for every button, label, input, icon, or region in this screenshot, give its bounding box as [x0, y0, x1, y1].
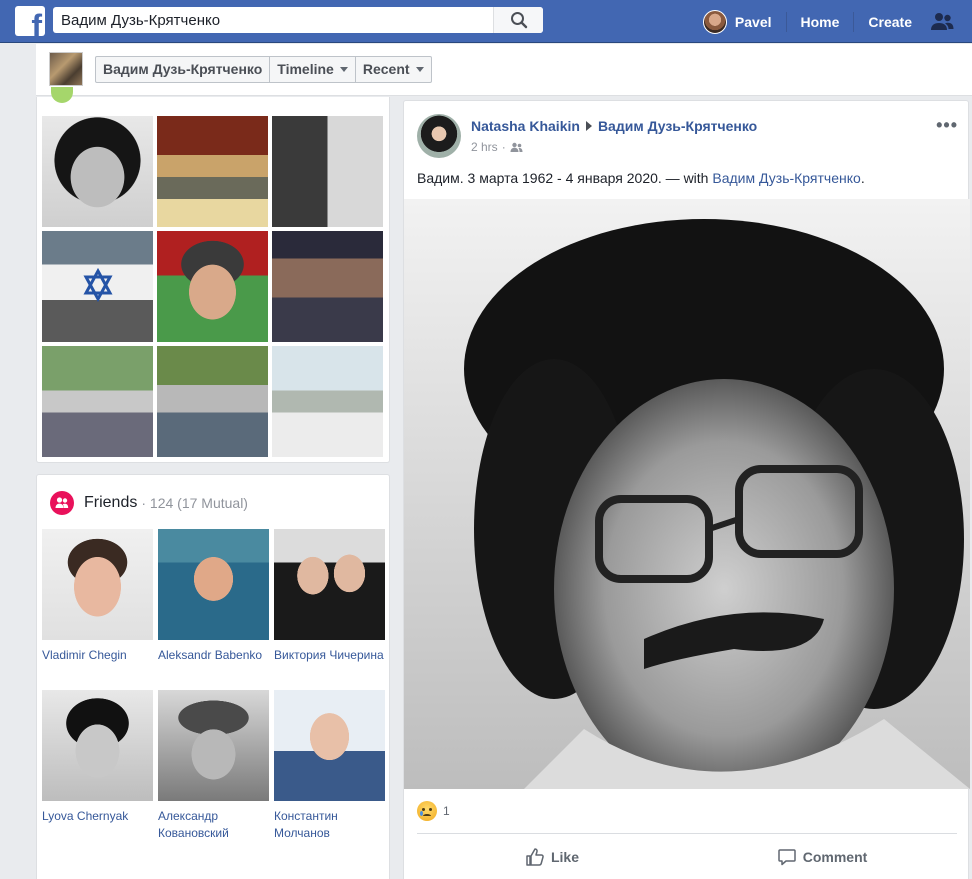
- friend-name[interactable]: Виктория Чичерина: [274, 647, 385, 664]
- post-actions: Like Comment: [417, 841, 957, 873]
- friend-photo[interactable]: [158, 529, 269, 640]
- photo-thumbnail[interactable]: [157, 116, 268, 227]
- meta-separator: ·: [501, 140, 506, 154]
- audience-friends-icon[interactable]: [510, 142, 523, 153]
- avatar: [702, 9, 727, 34]
- friend-grid: Vladimir Chegin Aleksandr Babenko Виктор…: [42, 529, 385, 851]
- friend-name[interactable]: Vladimir Chegin: [42, 647, 153, 664]
- post-target-link[interactable]: Вадим Дузь-Крятченко: [598, 118, 757, 134]
- photo-thumbnail[interactable]: [42, 346, 153, 457]
- friends-header[interactable]: Friends · 124 (17 Mutual): [50, 491, 248, 515]
- photo-thumbnail[interactable]: [157, 346, 268, 457]
- search-button[interactable]: [493, 7, 543, 33]
- friend-requests-button[interactable]: [930, 0, 958, 43]
- top-nav-links: Pavel Home Create: [695, 0, 972, 43]
- tagged-person-link[interactable]: Вадим Дузь-Крятченко: [712, 170, 860, 186]
- facebook-logo-icon[interactable]: f: [15, 6, 45, 36]
- friends-title: Friends: [84, 494, 138, 511]
- comment-icon: [777, 849, 796, 866]
- arrow-right-icon: [585, 121, 592, 131]
- search-input[interactable]: [61, 11, 481, 29]
- friends-count: · 124 (17 Mutual): [141, 495, 248, 511]
- post-text-end: .: [860, 170, 865, 186]
- friend-photo[interactable]: [274, 690, 385, 801]
- chevron-down-icon: [339, 67, 348, 72]
- post-timestamp[interactable]: 2 hrs: [471, 140, 498, 154]
- post-text: Вадим. 3 марта 1962 - 4 января 2020. — w…: [417, 170, 713, 186]
- like-icon: [526, 848, 544, 866]
- profile-thumbnail[interactable]: [49, 52, 83, 86]
- like-button[interactable]: Like: [417, 841, 687, 873]
- post-author-link[interactable]: Natasha Khaikin: [471, 118, 580, 134]
- user-profile-link[interactable]: Pavel: [695, 0, 786, 43]
- post-message: Вадим. 3 марта 1962 - 4 января 2020. — w…: [417, 170, 865, 186]
- create-link[interactable]: Create: [853, 11, 926, 32]
- breadcrumb: Вадим Дузь-Крятченко Timeline Recent: [95, 56, 432, 83]
- reaction-count: 1: [443, 804, 450, 818]
- top-navigation-bar: f Pavel Home Create: [0, 0, 972, 43]
- post-meta: 2 hrs ·: [471, 140, 523, 154]
- friend-requests-icon: [931, 12, 954, 30]
- avatar[interactable]: [417, 114, 461, 158]
- breadcrumb-profile-name[interactable]: Вадим Дузь-Крятченко: [96, 57, 271, 82]
- recent-dropdown[interactable]: Recent: [356, 57, 431, 82]
- chevron-down-icon: [415, 67, 424, 72]
- friend-photo[interactable]: [42, 529, 153, 640]
- recent-label: Recent: [362, 61, 410, 77]
- photo-thumbnail[interactable]: [272, 231, 383, 342]
- post-photo[interactable]: [404, 199, 970, 789]
- star-of-david-icon: [83, 267, 113, 303]
- friend-item[interactable]: Александр Ковановский: [158, 690, 269, 851]
- friend-name[interactable]: Aleksandr Babenko: [158, 647, 269, 664]
- friend-item[interactable]: Aleksandr Babenko: [158, 529, 269, 690]
- photo-thumbnail[interactable]: [42, 116, 153, 227]
- friend-item[interactable]: Lyova Chernyak: [42, 690, 153, 851]
- photos-card: [36, 87, 390, 463]
- profile-sub-header: Вадим Дузь-Крятченко Timeline Recent: [36, 44, 972, 96]
- divider: [417, 833, 957, 834]
- photo-thumbnail[interactable]: [157, 231, 268, 342]
- friend-item[interactable]: Vladimir Chegin: [42, 529, 153, 690]
- comment-button[interactable]: Comment: [687, 841, 957, 873]
- portrait-photo: [404, 199, 970, 789]
- friend-name[interactable]: Lyova Chernyak: [42, 808, 153, 825]
- photo-thumbnail[interactable]: [272, 116, 383, 227]
- friend-item[interactable]: Константин Молчанов: [274, 690, 385, 851]
- post-options-button[interactable]: •••: [936, 115, 958, 136]
- comment-label: Comment: [802, 849, 868, 865]
- user-name: Pavel: [734, 13, 772, 30]
- friend-item[interactable]: Виктория Чичерина: [274, 529, 385, 690]
- photos-section-icon: [51, 87, 73, 103]
- friend-photo[interactable]: [42, 690, 153, 801]
- friend-photo[interactable]: [274, 529, 385, 640]
- post-header: Natasha Khaikin Вадим Дузь-Крятченко: [471, 118, 757, 134]
- search-icon: [511, 12, 528, 29]
- post-card: Natasha Khaikin Вадим Дузь-Крятченко 2 h…: [403, 100, 970, 879]
- photo-thumbnail[interactable]: [272, 346, 383, 457]
- photo-thumbnail[interactable]: [42, 231, 153, 342]
- photo-grid: [42, 116, 383, 457]
- timeline-label: Timeline: [277, 61, 334, 77]
- friends-icon: [50, 491, 74, 515]
- reactions-summary[interactable]: 1: [417, 801, 450, 821]
- friend-photo[interactable]: [158, 690, 269, 801]
- like-label: Like: [550, 849, 579, 865]
- friend-name[interactable]: Александр Ковановский: [158, 808, 269, 842]
- timeline-dropdown[interactable]: Timeline: [270, 57, 356, 82]
- home-link[interactable]: Home: [785, 11, 854, 32]
- friend-name[interactable]: Константин Молчанов: [274, 808, 385, 842]
- sad-reaction-icon: [417, 801, 437, 821]
- search-bar: [53, 7, 543, 33]
- friends-card: Friends · 124 (17 Mutual) Vladimir Chegi…: [36, 474, 390, 879]
